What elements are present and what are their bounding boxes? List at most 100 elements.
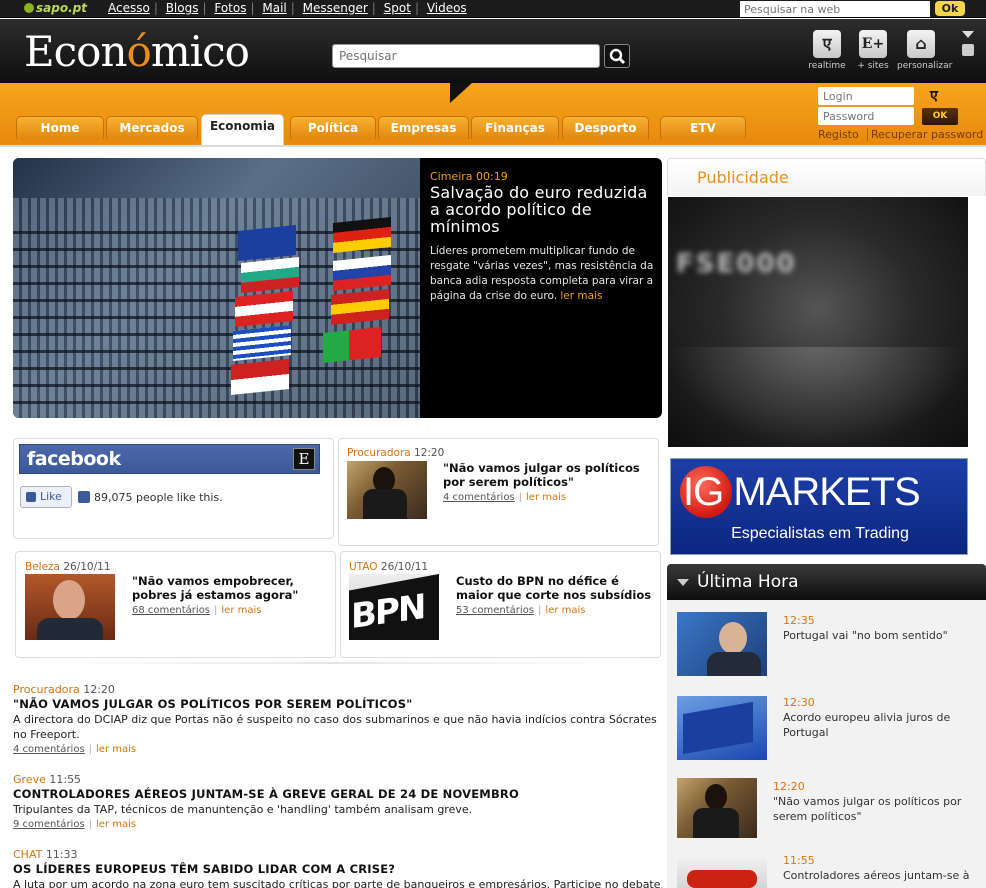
password-input[interactable]	[818, 107, 914, 125]
search-icon	[609, 48, 626, 65]
facebook-like-count: 89,075 people like this.	[78, 491, 223, 504]
web-search-ok-button[interactable]: Ok	[935, 1, 965, 16]
card-title[interactable]: Custo do BPN no défice é maior que corte…	[456, 574, 656, 602]
read-more-link[interactable]: ler mais	[96, 819, 136, 830]
sapo-logo[interactable]: sapo.pt	[24, 1, 87, 15]
site-logo[interactable]: Económico	[24, 27, 250, 76]
tab-home[interactable]: Home	[16, 116, 104, 139]
ultima-hora-header[interactable]: Última Hora	[667, 564, 986, 600]
recover-password-link[interactable]: Recuperar password	[867, 128, 983, 141]
article-item: CHAT 11:33 OS LÍDERES EUROPEUS TÊM SABID…	[13, 848, 662, 888]
dropdown-arrow-icon[interactable]	[962, 31, 974, 38]
ig-markets-ad[interactable]: IG MARKETS Especialistas em Trading	[670, 458, 968, 555]
sapo-link-fotos[interactable]: Fotos	[214, 1, 246, 15]
hero-text: Cimeira 00:19 Salvação do euro reduzida …	[430, 170, 654, 304]
personalize-button[interactable]: ⌂ personalizar	[897, 30, 952, 71]
login-ok-button[interactable]: OK	[922, 108, 958, 125]
sapo-links: Acesso | Blogs | Fotos | Mail | Messenger | S…	[108, 1, 467, 15]
card-thumbnail[interactable]: BPN	[349, 574, 439, 640]
rss-icon[interactable]	[962, 44, 974, 56]
section-divider	[13, 662, 662, 664]
read-more-link[interactable]: ler mais	[221, 605, 261, 616]
article-kicker: Procuradora 12:20	[13, 683, 115, 696]
home-icon: ⌂	[907, 30, 935, 58]
facebook-like-button[interactable]: Like	[20, 486, 72, 508]
sapo-bar: sapo.pt Acesso | Blogs | Fotos | Mail | Mess…	[0, 0, 986, 18]
news-headline[interactable]: Portugal vai "no bom sentido"	[783, 628, 973, 643]
news-thumbnail[interactable]	[677, 612, 767, 676]
flag-portugal	[323, 326, 381, 364]
card-title[interactable]: "Não vamos empobrecer, pobres já estamos…	[132, 574, 312, 602]
sapo-link-videos[interactable]: Videos	[427, 1, 467, 15]
sapo-link-messenger[interactable]: Messenger	[303, 1, 368, 15]
comments-link[interactable]: 4 comentários	[443, 492, 515, 503]
hero-image[interactable]	[13, 158, 420, 418]
tab-mercados[interactable]: Mercados	[106, 116, 198, 139]
article-title[interactable]: CONTROLADORES AÉREOS JUNTAM-SE À GREVE G…	[13, 787, 662, 801]
facebook-widget: facebook E Like 89,075 people like this.	[13, 438, 334, 539]
advertising-title: Publicidade	[697, 168, 789, 187]
comments-link[interactable]: 9 comentários	[13, 819, 85, 830]
card-title[interactable]: "Não vamos julgar os políticos por serem…	[443, 461, 653, 489]
video-ad-text: FSE000	[676, 249, 797, 279]
site-search-input[interactable]	[332, 44, 600, 68]
flag-spain	[331, 288, 389, 326]
card-thumbnail[interactable]	[25, 574, 115, 640]
tab-desporto[interactable]: Desporto	[562, 116, 649, 139]
hero-title[interactable]: Salvação do euro reduzida a acordo polít…	[430, 184, 654, 235]
hero-read-more-link[interactable]: ler mais	[560, 290, 602, 302]
ig-markets-brand: IG MARKETS	[683, 470, 921, 514]
comments-link[interactable]: 53 comentários	[456, 605, 534, 616]
news-thumbnail[interactable]	[677, 778, 757, 838]
read-more-link[interactable]: ler mais	[96, 744, 136, 755]
hero-description: Líderes prometem multiplicar fundo de re…	[430, 245, 654, 302]
video-ad[interactable]: FSE000	[668, 197, 968, 447]
flag-germany	[333, 216, 391, 254]
card-kicker: Beleza 26/10/11	[25, 561, 111, 573]
sapo-link-blogs[interactable]: Blogs	[166, 1, 199, 15]
read-more-link[interactable]: ler mais	[526, 492, 566, 503]
comments-link[interactable]: 4 comentários	[13, 744, 85, 755]
tab-empresas[interactable]: Empresas	[378, 116, 469, 139]
register-link[interactable]: Registo	[818, 128, 859, 141]
article-kicker: Greve 11:55	[13, 773, 82, 786]
hero-kicker: Cimeira 00:19	[430, 170, 508, 183]
flag-austria	[235, 290, 293, 328]
header-speech-tail	[450, 83, 472, 103]
site-search-button[interactable]	[604, 44, 630, 68]
facebook-banner[interactable]: facebook E	[19, 444, 320, 474]
hero-story[interactable]: Cimeira 00:19 Salvação do euro reduzida …	[13, 158, 662, 418]
story-card[interactable]: UTAO 26/10/11 BPN Custo do BPN no défice…	[340, 551, 661, 658]
login-input[interactable]	[818, 87, 914, 105]
web-search-input[interactable]	[740, 1, 930, 17]
news-headline[interactable]: Acordo europeu alivia juros de Portugal	[783, 710, 973, 740]
news-time: 12:30	[783, 696, 815, 709]
news-thumbnail[interactable]	[677, 854, 767, 888]
sapo-link-mail[interactable]: Mail	[262, 1, 286, 15]
story-card[interactable]: Beleza 26/10/11 "Não vamos empobrecer, p…	[15, 551, 336, 658]
thumbs-up-icon	[26, 492, 36, 502]
article-title[interactable]: OS LÍDERES EUROPEUS TÊM SABIDO LIDAR COM…	[13, 862, 662, 876]
news-headline[interactable]: "Não vamos julgar os políticos por serem…	[773, 794, 973, 824]
sapo-logo-icon	[24, 3, 34, 13]
card-thumbnail[interactable]	[347, 461, 427, 519]
news-thumbnail[interactable]	[677, 696, 767, 760]
news-time: 12:20	[773, 780, 805, 793]
article-title[interactable]: "NÃO VAMOS JULGAR OS POLÍTICOS POR SEREM…	[13, 697, 662, 711]
collapse-arrow-icon[interactable]	[677, 579, 689, 586]
read-more-link[interactable]: ler mais	[545, 605, 585, 616]
tab-economia[interactable]: Economia	[201, 114, 284, 145]
realtime-button[interactable]: ए realtime	[803, 30, 851, 71]
tab-financas[interactable]: Finanças	[471, 116, 559, 139]
news-headline[interactable]: Controladores aéreos juntam-se à	[783, 868, 978, 883]
more-sites-button[interactable]: E+ + sites	[849, 30, 897, 71]
sapo-link-spot[interactable]: Spot	[384, 1, 411, 15]
tab-politica[interactable]: Política	[290, 116, 376, 139]
comments-link[interactable]: 68 comentários	[132, 605, 210, 616]
tab-etv[interactable]: ETV	[660, 116, 746, 139]
card-meta: 68 comentários | ler mais	[132, 605, 262, 616]
card-meta: 4 comentários | ler mais	[443, 492, 567, 503]
story-card[interactable]: Procuradora 12:20 "Não vamos julgar os p…	[338, 438, 659, 546]
flag-poland	[231, 358, 289, 396]
sapo-link-acesso[interactable]: Acesso	[108, 1, 150, 15]
